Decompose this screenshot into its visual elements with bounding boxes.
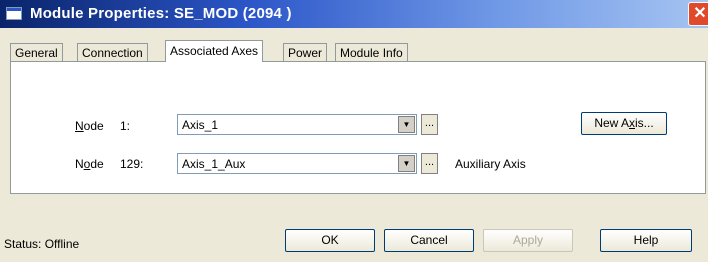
tab-module-info[interactable]: Module Info bbox=[335, 43, 408, 62]
tab-power[interactable]: Power bbox=[283, 43, 328, 62]
node-129-browse-button[interactable]: ... bbox=[421, 153, 438, 174]
tab-connection[interactable]: Connection bbox=[77, 43, 148, 62]
node-1-axis-select[interactable]: Axis_1 ▼ bbox=[177, 114, 417, 135]
associated-axes-panel: Node 1: Axis_1 ▼ ... New Axis... Node 12… bbox=[10, 61, 706, 194]
close-icon: ✕ bbox=[693, 5, 707, 22]
apply-button[interactable]: Apply bbox=[483, 229, 573, 252]
node-1-number: 1: bbox=[120, 119, 131, 133]
node-129-axis-select[interactable]: Axis_1_Aux ▼ bbox=[177, 153, 417, 174]
node-1-browse-button[interactable]: ... bbox=[421, 114, 438, 135]
status-value: Offline bbox=[44, 237, 80, 251]
help-button[interactable]: Help bbox=[600, 229, 692, 252]
chevron-down-icon[interactable]: ▼ bbox=[398, 155, 415, 172]
title-bar[interactable]: Module Properties: SE_MOD (2094 ) ✕ bbox=[0, 0, 708, 28]
node-1-label: Node bbox=[75, 119, 104, 133]
status-line: Status: Offline bbox=[4, 237, 79, 251]
chevron-down-icon[interactable]: ▼ bbox=[398, 116, 415, 133]
cancel-button[interactable]: Cancel bbox=[384, 229, 474, 252]
node-129-axis-value: Axis_1_Aux bbox=[182, 157, 246, 171]
auxiliary-axis-note: Auxiliary Axis bbox=[455, 157, 526, 171]
new-axis-button[interactable]: New Axis... bbox=[581, 112, 667, 135]
node-1-axis-value: Axis_1 bbox=[182, 118, 219, 132]
window-title: Module Properties: SE_MOD (2094 ) bbox=[30, 5, 292, 22]
window-app-icon bbox=[6, 7, 22, 20]
tab-general[interactable]: General bbox=[10, 43, 63, 62]
module-properties-window: Module Properties: SE_MOD (2094 ) ✕ Gene… bbox=[0, 0, 708, 262]
node-129-label: Node bbox=[75, 157, 104, 171]
node-129-number: 129: bbox=[120, 157, 144, 171]
ok-button[interactable]: OK bbox=[285, 229, 375, 252]
status-label: Status: bbox=[4, 237, 42, 251]
close-button[interactable]: ✕ bbox=[688, 2, 708, 26]
tab-associated-axes[interactable]: Associated Axes bbox=[165, 40, 264, 62]
